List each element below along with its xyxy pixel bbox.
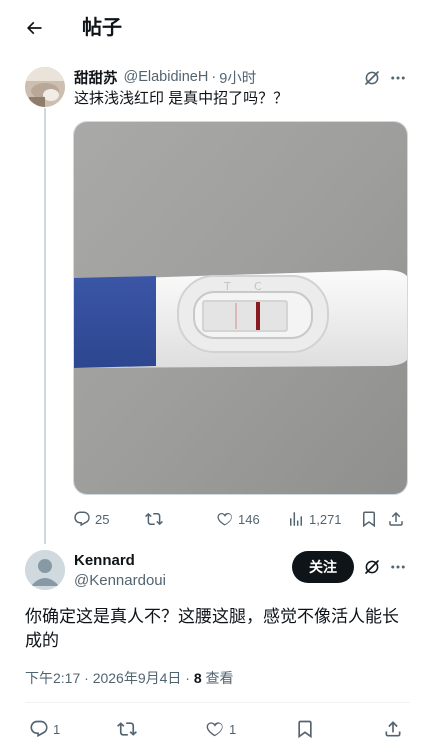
views-button[interactable]: 1,271 [287, 506, 342, 532]
author-handle[interactable]: @ElabidineH [124, 69, 209, 85]
reply-icon [74, 511, 90, 527]
reply-views-label: 查看 [201, 670, 234, 686]
reply-author-handle[interactable]: @Kennardoui [74, 572, 166, 590]
follow-button[interactable]: 关注 [292, 551, 354, 583]
bookmark-icon [298, 720, 312, 739]
reply-button[interactable]: 25 [73, 506, 109, 532]
reply-timestamp[interactable]: 下午2:17 · 2026年9月4日 · [25, 670, 194, 686]
repost-icon [117, 722, 137, 736]
like-button[interactable]: 1 [205, 716, 236, 742]
share-button[interactable] [387, 506, 405, 532]
post-header: 甜甜苏 @ElabidineH · 9小时 [74, 67, 256, 87]
heart-icon [217, 513, 232, 526]
back-arrow-icon[interactable] [22, 16, 46, 40]
share-button[interactable] [383, 716, 403, 742]
share-icon [389, 511, 403, 526]
reply-button[interactable]: 1 [29, 716, 60, 742]
test-label-c: C [254, 280, 262, 293]
divider [25, 702, 410, 703]
grok-icon[interactable] [361, 556, 383, 578]
page-title: 帖子 [82, 17, 122, 39]
bookmark-button[interactable] [360, 506, 378, 532]
reply-icon [30, 720, 48, 738]
reply-metadata: 下午2:17 · 2026年9月4日 · 8 查看 [25, 668, 234, 688]
reply-text: 你确定这是真人不？这腰这腿，感觉不像活人能长成的 [25, 607, 399, 650]
view-count: 1,271 [309, 511, 342, 527]
test-label-t: T [223, 280, 231, 293]
analytics-icon [290, 512, 302, 526]
author-name[interactable]: 甜甜苏 [74, 67, 118, 88]
post-image[interactable]: T C [73, 121, 408, 495]
reply-view-count: 8 [193, 670, 202, 686]
bookmark-icon [363, 511, 375, 528]
bookmark-button[interactable] [295, 716, 315, 742]
reply-action-bar: 1 1 [25, 716, 410, 742]
thread-connector-line [44, 108, 46, 544]
top-bar: 帖子 [0, 0, 427, 56]
reply-count: 1 [53, 721, 61, 737]
meta-separator: · [211, 69, 217, 85]
like-count: 146 [238, 511, 260, 527]
share-icon [385, 721, 401, 737]
more-options-icon[interactable] [387, 556, 409, 578]
repost-button[interactable] [145, 506, 167, 532]
post-time[interactable]: 9小时 [219, 67, 256, 88]
more-options-icon[interactable] [387, 67, 409, 89]
grok-icon[interactable] [361, 67, 383, 89]
default-avatar[interactable] [25, 550, 65, 590]
post-action-bar: 25 146 1,271 [73, 506, 408, 532]
like-button[interactable]: 146 [216, 506, 260, 532]
reply-author-name[interactable]: Kennard [74, 552, 135, 570]
heart-icon [206, 722, 223, 737]
repost-button[interactable] [117, 716, 141, 742]
post-text: 这抹浅浅红印 是真中招了吗？？ [74, 90, 289, 107]
like-count: 1 [229, 721, 237, 737]
reply-count: 25 [95, 511, 110, 527]
avatar[interactable] [25, 67, 65, 107]
repost-icon [145, 512, 163, 526]
